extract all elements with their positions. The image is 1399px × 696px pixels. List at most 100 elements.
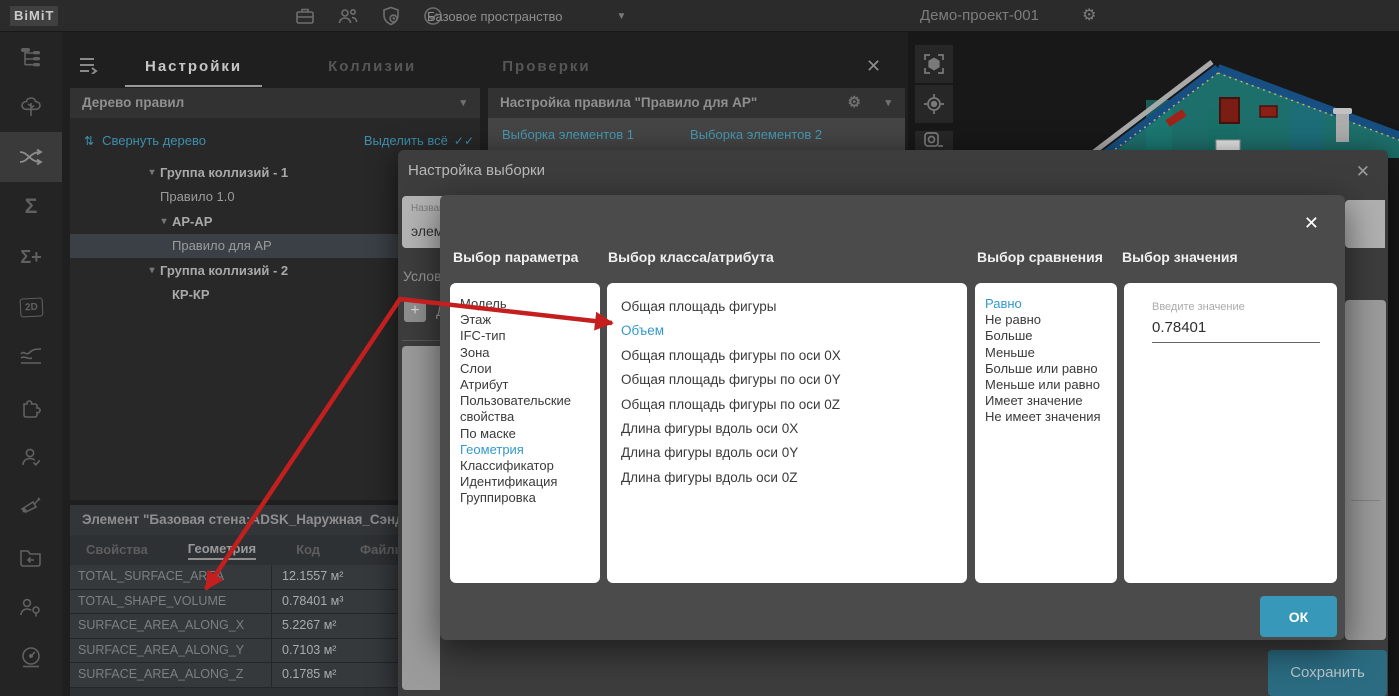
fit-view-button[interactable]: [915, 45, 953, 83]
shield-status-icon[interactable]: [380, 5, 402, 27]
panel-menu-icon[interactable]: [78, 56, 100, 79]
comparison-option[interactable]: Не имеет значения: [985, 409, 1107, 425]
ok-button[interactable]: ОК: [1260, 596, 1337, 637]
sidebar-item-export[interactable]: [0, 532, 62, 582]
property-key: SURFACE_AREA_ALONG_Y: [70, 639, 272, 663]
property-value: 12.1557 м²: [272, 565, 343, 589]
sidebar-item-graphs[interactable]: [0, 332, 62, 382]
parameter-option[interactable]: Модель: [460, 296, 590, 312]
briefcase-icon[interactable]: [294, 5, 316, 27]
workspace-tab[interactable]: Проверки: [482, 50, 610, 87]
comparison-option[interactable]: Больше или равно: [985, 361, 1107, 377]
sidebar-item-dashboard[interactable]: [0, 632, 62, 682]
attribute-option[interactable]: Общая площадь фигуры по оси 0Z: [621, 393, 953, 417]
comparison-option[interactable]: Не равно: [985, 312, 1107, 328]
sidebar-item-user-location[interactable]: [0, 582, 62, 632]
sidebar-item-plugins[interactable]: [0, 382, 62, 432]
tree-item-label: Правило для АР: [172, 238, 272, 253]
tree-item-label: Группа коллизий - 2: [160, 263, 288, 278]
rules-tree-collapse-icon[interactable]: ▾: [460, 88, 466, 118]
parameter-option[interactable]: Идентификация: [460, 474, 590, 490]
parameter-option[interactable]: IFC-тип: [460, 328, 590, 344]
select-all-label: Выделить всё: [364, 133, 448, 148]
element-tab[interactable]: Код: [296, 542, 320, 559]
rule-config-header: Настройка правила "Правило для АР" ⚙ ▾: [488, 88, 905, 118]
property-key: SURFACE_AREA_ALONG_X: [70, 614, 272, 638]
project-settings-gear-icon[interactable]: ⚙: [1082, 0, 1096, 32]
save-button[interactable]: Сохранить: [1268, 650, 1387, 696]
attribute-option[interactable]: Длина фигуры вдоль оси 0Z: [621, 466, 953, 490]
parameter-option[interactable]: Пользовательские свойства: [460, 393, 590, 425]
parameter-option[interactable]: По маске: [460, 426, 590, 442]
property-key: SURFACE_AREA_ALONG_Z: [70, 663, 272, 687]
app-logo[interactable]: BiMiT: [10, 6, 58, 26]
tree-icon: [19, 95, 43, 119]
topbar-icons: [294, 5, 444, 27]
sidebar-item-collisions[interactable]: [0, 132, 62, 182]
attribute-option[interactable]: Общая площадь фигуры по оси 0Y: [621, 368, 953, 392]
attribute-option[interactable]: Длина фигуры вдоль оси 0Y: [621, 441, 953, 465]
parameter-option[interactable]: Классификатор: [460, 458, 590, 474]
sidebar-item-sum[interactable]: Σ: [0, 182, 62, 232]
fit-view-icon: [922, 52, 946, 76]
workspace-tabs: Настройки Коллизии Проверки: [125, 50, 611, 87]
section-view-icon: [922, 131, 946, 150]
comparison-option[interactable]: Больше: [985, 328, 1107, 344]
parameter-option[interactable]: Геометрия: [460, 442, 590, 458]
parameter-column-header: Выбор параметра: [453, 249, 578, 265]
select-all-link[interactable]: Выделить всё ✓✓: [364, 133, 474, 148]
house-model: [908, 40, 1399, 158]
locate-button[interactable]: [915, 85, 953, 123]
users-icon[interactable]: [336, 5, 360, 27]
tree-item-label: АР-АР: [172, 214, 212, 229]
rule-config-panel: Настройка правила "Правило для АР" ⚙ ▾ В…: [488, 88, 905, 150]
property-value: 0.1785 м²: [272, 663, 336, 687]
selection-tab[interactable]: Выборка элементов 2: [690, 127, 822, 142]
value-input[interactable]: [1152, 315, 1320, 343]
folder-arrow-icon: [18, 546, 44, 568]
attribute-option[interactable]: Длина фигуры вдоль оси 0X: [621, 417, 953, 441]
attribute-option[interactable]: Общая площадь фигуры: [621, 295, 953, 319]
sidebar-item-structure[interactable]: [0, 32, 62, 82]
sidebar-item-sum-add[interactable]: Σ+: [0, 232, 62, 282]
comparison-option[interactable]: Меньше: [985, 345, 1107, 361]
modal-close-icon[interactable]: ✕: [1356, 162, 1370, 182]
section-view-button[interactable]: [915, 131, 953, 150]
selection-name-field-2[interactable]: [1345, 200, 1385, 248]
sidebar-item-2d[interactable]: 2D: [0, 282, 62, 332]
sidebar-item-approvals[interactable]: [0, 432, 62, 482]
tree-item-label: Правило 1.0: [160, 189, 235, 204]
selection-tab[interactable]: Выборка элементов 1: [502, 127, 634, 142]
conditions-label: Услов: [403, 268, 442, 284]
tree-item-label: КР-КР: [172, 287, 210, 302]
parameter-option[interactable]: Зона: [460, 345, 590, 361]
tree-caret-icon[interactable]: ▾: [156, 216, 172, 227]
sidebar-item-construction[interactable]: [0, 482, 62, 532]
rule-settings-gear-icon[interactable]: ⚙: [848, 88, 861, 118]
workspace-tab[interactable]: Коллизии: [308, 50, 436, 87]
tree-caret-icon[interactable]: ▾: [144, 167, 160, 178]
sidebar-item-model-tree[interactable]: [0, 82, 62, 132]
picker-close-icon[interactable]: ✕: [1304, 213, 1319, 234]
tree-caret-icon[interactable]: ▾: [144, 265, 160, 276]
rule-config-collapse-icon[interactable]: ▾: [885, 88, 891, 118]
condition-picker-dialog: ✕ Выбор параметра Выбор класса/атрибута …: [440, 195, 1345, 640]
parameter-option[interactable]: Слои: [460, 361, 590, 377]
parameter-option[interactable]: Этаж: [460, 312, 590, 328]
comparison-option[interactable]: Меньше или равно: [985, 377, 1107, 393]
comparison-option[interactable]: Равно: [985, 296, 1107, 312]
user-check-icon: [19, 445, 43, 469]
value-column-header: Выбор значения: [1122, 249, 1238, 265]
tree-item-label: Группа коллизий - 1: [160, 165, 288, 180]
close-workspace-icon[interactable]: ✕: [866, 56, 881, 77]
parameter-option[interactable]: Атрибут: [460, 377, 590, 393]
collapse-tree-link[interactable]: ⇅ Свернуть дерево: [84, 133, 206, 148]
workspace-tab[interactable]: Настройки: [125, 50, 262, 87]
element-tab[interactable]: Геометрия: [188, 541, 256, 560]
attribute-option[interactable]: Объем: [621, 319, 953, 343]
attribute-option[interactable]: Общая площадь фигуры по оси 0X: [621, 344, 953, 368]
element-tab[interactable]: Свойства: [86, 542, 148, 559]
workspace-selector[interactable]: Базовое пространство ▼: [427, 0, 626, 32]
parameter-option[interactable]: Группировка: [460, 490, 590, 506]
comparison-option[interactable]: Имеет значение: [985, 393, 1107, 409]
